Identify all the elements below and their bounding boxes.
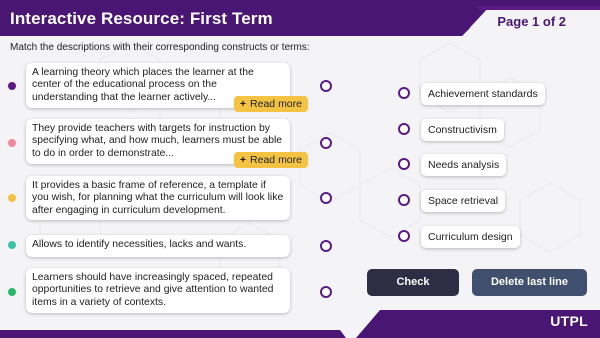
read-more-button[interactable]: + Read more <box>233 95 308 112</box>
plus-icon: + <box>239 97 247 110</box>
description-text: Allows to identify necessities, lacks an… <box>32 239 247 250</box>
description-card-2: They provide teachers with targets for i… <box>26 119 308 168</box>
description-connector-1[interactable] <box>320 80 332 92</box>
description-connector-4[interactable] <box>320 240 332 252</box>
activity-stage: Interactive Resource: First Term Page 1 … <box>0 0 600 338</box>
read-more-label: Read more <box>250 97 302 110</box>
description-card-1: A learning theory which places the learn… <box>26 63 308 112</box>
description-dot-2[interactable] <box>8 139 16 147</box>
description-connector-2[interactable] <box>320 137 332 149</box>
page-indicator: Page 1 of 2 <box>497 14 566 29</box>
description-dot-4[interactable] <box>8 241 16 249</box>
footer-bar <box>0 306 600 338</box>
footer-banner-shape <box>0 310 600 338</box>
term-card-needs-analysis: Needs analysis <box>421 154 507 176</box>
description-card-3: It provides a basic frame of reference, … <box>26 176 290 220</box>
description-dot-3[interactable] <box>8 194 16 202</box>
description-text: Learners should have increasingly spaced… <box>32 272 274 308</box>
term-card-achievement-standards: Achievement standards <box>421 83 545 105</box>
description-connector-3[interactable] <box>320 192 332 204</box>
instructions-text: Match the descriptions with their corres… <box>10 42 310 53</box>
header-bar: Interactive Resource: First Term Page 1 … <box>0 0 600 38</box>
term-card-space-retrieval: Space retrieval <box>421 190 506 212</box>
term-connector-1[interactable] <box>398 87 410 99</box>
plus-icon: + <box>239 153 247 166</box>
check-button[interactable]: Check <box>367 269 459 296</box>
term-connector-4[interactable] <box>398 194 410 206</box>
term-connector-3[interactable] <box>398 158 410 170</box>
term-card-curriculum-design: Curriculum design <box>421 226 520 248</box>
description-connector-5[interactable] <box>320 286 332 298</box>
utpl-logo: UTPL <box>550 313 588 329</box>
delete-last-line-button[interactable]: Delete last line <box>472 269 587 296</box>
read-more-button[interactable]: + Read more <box>233 151 308 168</box>
read-more-label: Read more <box>250 153 302 166</box>
description-card-4: Allows to identify necessities, lacks an… <box>26 235 290 257</box>
description-dot-1[interactable] <box>8 82 16 90</box>
term-card-constructivism: Constructivism <box>421 119 504 141</box>
description-dot-5[interactable] <box>8 288 16 296</box>
description-text: A learning theory which places the learn… <box>32 67 254 103</box>
description-text: It provides a basic frame of reference, … <box>32 180 284 216</box>
page-title: Interactive Resource: First Term <box>10 9 273 28</box>
term-connector-2[interactable] <box>398 123 410 135</box>
term-connector-5[interactable] <box>398 230 410 242</box>
